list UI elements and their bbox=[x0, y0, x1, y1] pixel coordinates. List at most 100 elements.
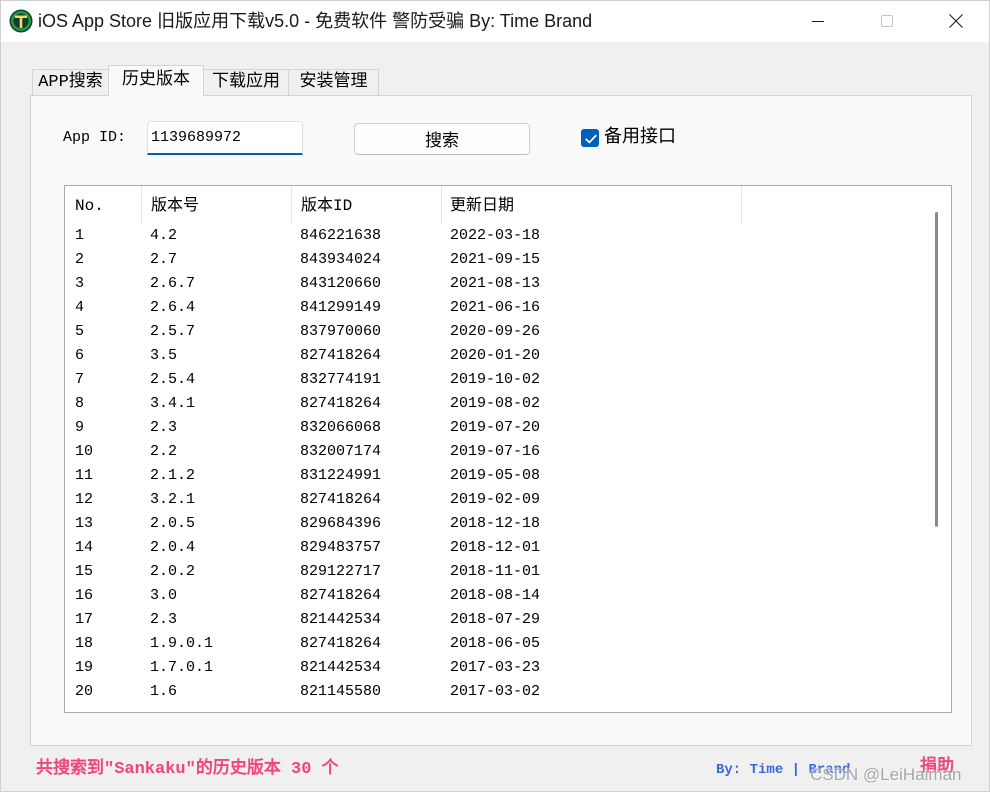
version-number-cell: 1.7.0.1 bbox=[150, 659, 214, 676]
author-separator: | bbox=[791, 762, 801, 778]
table-row[interactable]: 17 2.3 821442534 2018-07-29 bbox=[65, 608, 925, 632]
column-header-version-id[interactable]: 版本ID bbox=[301, 186, 441, 224]
row-number-cell: 1 bbox=[75, 227, 85, 244]
version-number-cell: 2.0.5 bbox=[150, 515, 196, 532]
table-row[interactable]: 8 3.4.1 827418264 2019-08-02 bbox=[65, 392, 925, 416]
tab-panel-version-history: App ID: 搜索 备用接口 No. 版本号 版本ID 更新日期 14.284… bbox=[30, 95, 972, 746]
version-number-cell: 3.0 bbox=[150, 587, 178, 604]
table-row[interactable]: 4 2.6.4 841299149 2021-06-16 bbox=[65, 296, 925, 320]
version-id-cell: 832007174 bbox=[300, 443, 382, 460]
version-id-cell: 827418264 bbox=[300, 491, 382, 508]
version-number-cell: 3.2.1 bbox=[150, 491, 196, 508]
version-id-cell: 843934024 bbox=[300, 251, 382, 268]
table-row[interactable]: 5 2.5.7 837970060 2020-09-26 bbox=[65, 320, 925, 344]
tab-version-history[interactable]: 历史版本 bbox=[108, 65, 204, 96]
version-id-cell: 843120660 bbox=[300, 275, 382, 292]
table-row[interactable]: 7 2.5.4 832774191 2019-10-02 bbox=[65, 368, 925, 392]
version-id-cell: 829483757 bbox=[300, 539, 382, 556]
version-id-cell: 821442534 bbox=[300, 611, 382, 628]
column-header-version[interactable]: 版本号 bbox=[151, 186, 291, 224]
table-row[interactable]: 6 3.5 827418264 2020-01-20 bbox=[65, 344, 925, 368]
row-number-cell: 17 bbox=[75, 611, 94, 628]
row-number-cell: 12 bbox=[75, 491, 94, 508]
update-date-cell: 2022-03-18 bbox=[450, 227, 541, 244]
column-divider[interactable] bbox=[291, 186, 292, 224]
table-row[interactable]: 1 4.2 846221638 2022-03-18 bbox=[65, 224, 925, 248]
update-date-cell: 2021-06-16 bbox=[450, 299, 541, 316]
version-id-cell: 827418264 bbox=[300, 587, 382, 604]
version-number-cell: 2.7 bbox=[150, 251, 178, 268]
version-id-cell: 821145580 bbox=[300, 683, 382, 700]
minimize-button[interactable] bbox=[783, 0, 852, 42]
row-number-cell: 16 bbox=[75, 587, 94, 604]
search-result-summary: 共搜索到"Sankaku"的历史版本 30 个 bbox=[36, 760, 339, 779]
table-row[interactable]: 10 2.2 832007174 2019-07-16 bbox=[65, 440, 925, 464]
column-divider[interactable] bbox=[441, 186, 442, 224]
vertical-scrollbar-thumb[interactable] bbox=[935, 212, 938, 527]
table-row[interactable]: 2 2.7 843934024 2021-09-15 bbox=[65, 248, 925, 272]
update-date-cell: 2018-08-14 bbox=[450, 587, 541, 604]
column-divider[interactable] bbox=[141, 186, 142, 224]
version-number-cell: 2.6.7 bbox=[150, 275, 196, 292]
tab-install-manager[interactable]: 安装管理 bbox=[288, 69, 379, 96]
version-number-cell: 2.3 bbox=[150, 419, 178, 436]
row-number-cell: 3 bbox=[75, 275, 85, 292]
row-number-cell: 18 bbox=[75, 635, 94, 652]
table-row[interactable]: 19 1.7.0.1 821442534 2017-03-23 bbox=[65, 656, 925, 680]
table-row[interactable]: 11 2.1.2 831224991 2019-05-08 bbox=[65, 464, 925, 488]
version-number-cell: 2.0.2 bbox=[150, 563, 196, 580]
column-divider[interactable] bbox=[741, 186, 742, 224]
update-date-cell: 2017-03-23 bbox=[450, 659, 541, 676]
table-row[interactable]: 15 2.0.2 829122717 2018-11-01 bbox=[65, 560, 925, 584]
table-row[interactable]: 3 2.6.7 843120660 2021-08-13 bbox=[65, 272, 925, 296]
row-number-cell: 5 bbox=[75, 323, 85, 340]
update-date-cell: 2020-01-20 bbox=[450, 347, 541, 364]
checkmark-icon bbox=[585, 134, 597, 144]
version-number-cell: 3.4.1 bbox=[150, 395, 196, 412]
update-date-cell: 2019-05-08 bbox=[450, 467, 541, 484]
update-date-cell: 2019-10-02 bbox=[450, 371, 541, 388]
version-number-cell: 3.5 bbox=[150, 347, 178, 364]
table-row[interactable]: 13 2.0.5 829684396 2018-12-18 bbox=[65, 512, 925, 536]
row-number-cell: 7 bbox=[75, 371, 85, 388]
version-number-cell: 2.3 bbox=[150, 611, 178, 628]
search-button[interactable]: 搜索 bbox=[354, 123, 530, 155]
watermark: CSDN @LeiHaiman bbox=[810, 765, 962, 784]
minimize-icon bbox=[810, 13, 826, 29]
app-logo-icon bbox=[9, 9, 33, 33]
tab-download-app[interactable]: 下载应用 bbox=[203, 69, 289, 96]
version-id-cell: 832774191 bbox=[300, 371, 382, 388]
maximize-button bbox=[852, 0, 921, 42]
app-id-input[interactable] bbox=[147, 121, 303, 155]
tab-app-search[interactable]: APP搜索 bbox=[32, 69, 109, 96]
row-number-cell: 8 bbox=[75, 395, 85, 412]
table-row[interactable]: 14 2.0.4 829483757 2018-12-01 bbox=[65, 536, 925, 560]
version-number-cell: 2.0.4 bbox=[150, 539, 196, 556]
table-row[interactable]: 20 1.6 821145580 2017-03-02 bbox=[65, 680, 925, 704]
close-button[interactable] bbox=[921, 0, 990, 42]
column-header-no[interactable]: No. bbox=[75, 186, 141, 224]
table-row[interactable]: 18 1.9.0.1 827418264 2018-06-05 bbox=[65, 632, 925, 656]
table-row[interactable]: 16 3.0 827418264 2018-08-14 bbox=[65, 584, 925, 608]
table-row[interactable]: 12 3.2.1 827418264 2019-02-09 bbox=[65, 488, 925, 512]
row-number-cell: 4 bbox=[75, 299, 85, 316]
row-number-cell: 20 bbox=[75, 683, 94, 700]
row-number-cell: 13 bbox=[75, 515, 94, 532]
column-header-update-date[interactable]: 更新日期 bbox=[450, 186, 740, 224]
version-id-cell: 841299149 bbox=[300, 299, 382, 316]
update-date-cell: 2018-07-29 bbox=[450, 611, 541, 628]
update-date-cell: 2018-12-18 bbox=[450, 515, 541, 532]
version-number-cell: 2.6.4 bbox=[150, 299, 196, 316]
checkbox-box[interactable] bbox=[581, 129, 599, 147]
version-id-cell: 821442534 bbox=[300, 659, 382, 676]
table-row[interactable]: 9 2.3 832066068 2019-07-20 bbox=[65, 416, 925, 440]
version-id-cell: 831224991 bbox=[300, 467, 382, 484]
version-number-cell: 2.2 bbox=[150, 443, 178, 460]
row-number-cell: 2 bbox=[75, 251, 85, 268]
window-title: iOS App Store 旧版应用下载v5.0 - 免费软件 警防受骗 By:… bbox=[38, 11, 593, 31]
author-time-link[interactable]: Time bbox=[750, 762, 784, 778]
row-number-cell: 15 bbox=[75, 563, 94, 580]
row-number-cell: 14 bbox=[75, 539, 94, 556]
title-bar[interactable]: iOS App Store 旧版应用下载v5.0 - 免费软件 警防受骗 By:… bbox=[0, 0, 990, 42]
version-list[interactable]: No. 版本号 版本ID 更新日期 1 4.2 846221638 2022-03-1… bbox=[64, 185, 952, 713]
